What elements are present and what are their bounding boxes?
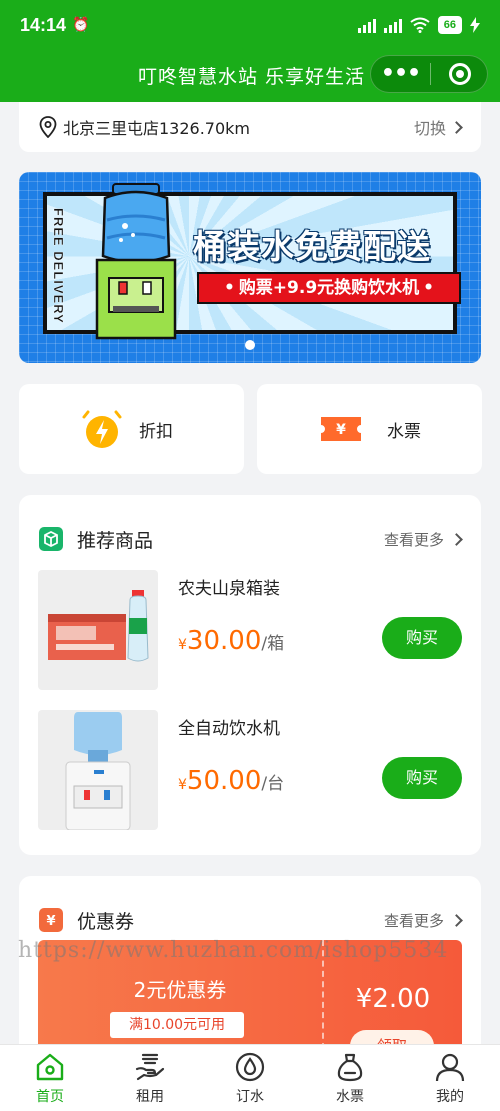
tab-order-water[interactable]: 订水	[200, 1045, 300, 1111]
product-name: 农夫山泉箱装	[178, 579, 280, 599]
recommended-products-card: 推荐商品 查看更多 农夫山泉箱装 ¥30.00/箱 购买 全自动饮水机 ¥50.…	[19, 495, 481, 855]
lightning-icon	[82, 410, 122, 448]
tab-water-ticket[interactable]: 水票	[300, 1045, 400, 1111]
buy-button[interactable]: 购买	[382, 757, 462, 799]
bottom-tab-bar: 首页 租用 订水 水票 我的	[0, 1044, 500, 1111]
view-more-coupons-link[interactable]: 查看更多	[383, 910, 463, 931]
product-price: ¥30.00/箱	[178, 626, 284, 656]
tab-label: 水票	[336, 1089, 364, 1105]
discount-label: 折扣	[139, 421, 173, 442]
view-more-label: 查看更多	[383, 530, 444, 549]
chevron-right-icon	[450, 532, 463, 546]
signal-icon	[383, 17, 402, 33]
page-title: 叮咚智慧水站 乐享好生活	[138, 66, 366, 88]
price-value: 50.00	[186, 766, 262, 796]
tab-label: 首页	[36, 1089, 64, 1105]
tab-label: 订水	[236, 1089, 264, 1105]
tab-home[interactable]: 首页	[0, 1045, 100, 1111]
price-currency: ¥	[178, 637, 187, 653]
status-time: 14:14	[20, 14, 67, 35]
mini-program-capsule: •••	[370, 55, 488, 93]
product-price: ¥50.00/台	[178, 766, 284, 796]
price-currency: ¥	[178, 777, 187, 793]
section-title: 推荐商品	[77, 529, 154, 552]
ticket-icon: ¥	[321, 417, 361, 441]
capsule-divider	[430, 63, 431, 85]
svg-text:¥: ¥	[336, 422, 346, 438]
recommend-header: 推荐商品 查看更多	[39, 525, 463, 553]
price-value: 30.00	[186, 626, 262, 656]
product-name: 全自动饮水机	[178, 719, 280, 739]
coupon-condition: 满10.00元可用	[110, 1012, 244, 1038]
wifi-icon	[410, 17, 430, 33]
buy-button[interactable]: 购买	[382, 617, 462, 659]
switch-store-button[interactable]: 切换	[413, 115, 463, 139]
price-unit: /台	[261, 774, 285, 794]
water-ticket-label: 水票	[387, 421, 421, 442]
status-bar: 14:14 ⏰ 66	[0, 0, 500, 50]
banner-frame: FREE DELIVERY 桶装水免费配送 购票+9.9元换购饮水机	[43, 183, 461, 340]
product-item[interactable]: 全自动饮水机 ¥50.00/台 购买	[38, 710, 462, 830]
coupon-header: ¥ 优惠券 查看更多	[39, 906, 463, 934]
battery-indicator: 66	[437, 16, 462, 34]
banner-subline: 购票+9.9元换购饮水机	[197, 272, 461, 304]
title-bar: 叮咚智慧水站 乐享好生活 •••	[0, 52, 500, 98]
discount-tile[interactable]: 折扣	[19, 384, 244, 474]
tab-rent[interactable]: 租用	[100, 1045, 200, 1111]
status-icons: 66	[357, 16, 480, 34]
banner-headline: 桶装水免费配送	[193, 227, 431, 266]
chevron-right-icon	[450, 913, 463, 927]
promo-banner[interactable]: FREE DELIVERY 桶装水免费配送 购票+9.9元换购饮水机	[19, 172, 481, 363]
location-pin-icon	[39, 116, 57, 138]
user-icon	[435, 1053, 465, 1082]
bag-icon	[337, 1053, 363, 1082]
tab-mine[interactable]: 我的	[400, 1045, 500, 1111]
rent-icon	[135, 1053, 165, 1081]
app-header: 14:14 ⏰ 66 叮咚智慧水站 乐享好生活 •••	[0, 0, 500, 102]
carousel-indicator	[245, 340, 255, 350]
view-more-label: 查看更多	[383, 911, 444, 930]
product-item[interactable]: 农夫山泉箱装 ¥30.00/箱 购买	[38, 570, 462, 690]
view-more-products-link[interactable]: 查看更多	[383, 529, 463, 550]
section-title: 优惠券	[77, 910, 135, 933]
home-icon	[36, 1053, 64, 1081]
water-drop-icon	[235, 1052, 265, 1082]
charging-icon	[470, 17, 480, 33]
alarm-icon: ⏰	[72, 17, 90, 33]
box-icon	[39, 527, 63, 551]
product-image	[38, 710, 158, 830]
water-ticket-tile[interactable]: ¥ 水票	[257, 384, 482, 474]
coupon-name: 2元优惠券	[133, 978, 227, 1002]
svg-text:¥: ¥	[46, 914, 55, 929]
tab-label: 租用	[136, 1089, 164, 1105]
close-icon[interactable]	[449, 63, 471, 85]
product-image	[38, 570, 158, 690]
more-icon[interactable]: •••	[371, 59, 430, 89]
coupon-amount: ¥2.00	[355, 984, 431, 1014]
location-bar: 北京三里屯店1326.70km 切换	[19, 102, 481, 152]
watermark: https://www.huzhan.com/ishop5534	[18, 938, 449, 963]
signal-icon	[357, 17, 376, 33]
chevron-right-icon	[450, 120, 463, 134]
coupon-icon: ¥	[39, 908, 63, 932]
store-location: 北京三里屯店1326.70km	[63, 119, 251, 138]
water-dispenser-illustration	[95, 183, 177, 340]
banner-side-text: FREE DELIVERY	[51, 208, 66, 324]
price-unit: /箱	[261, 634, 285, 654]
tab-label: 我的	[436, 1089, 464, 1105]
switch-label: 切换	[413, 119, 446, 138]
